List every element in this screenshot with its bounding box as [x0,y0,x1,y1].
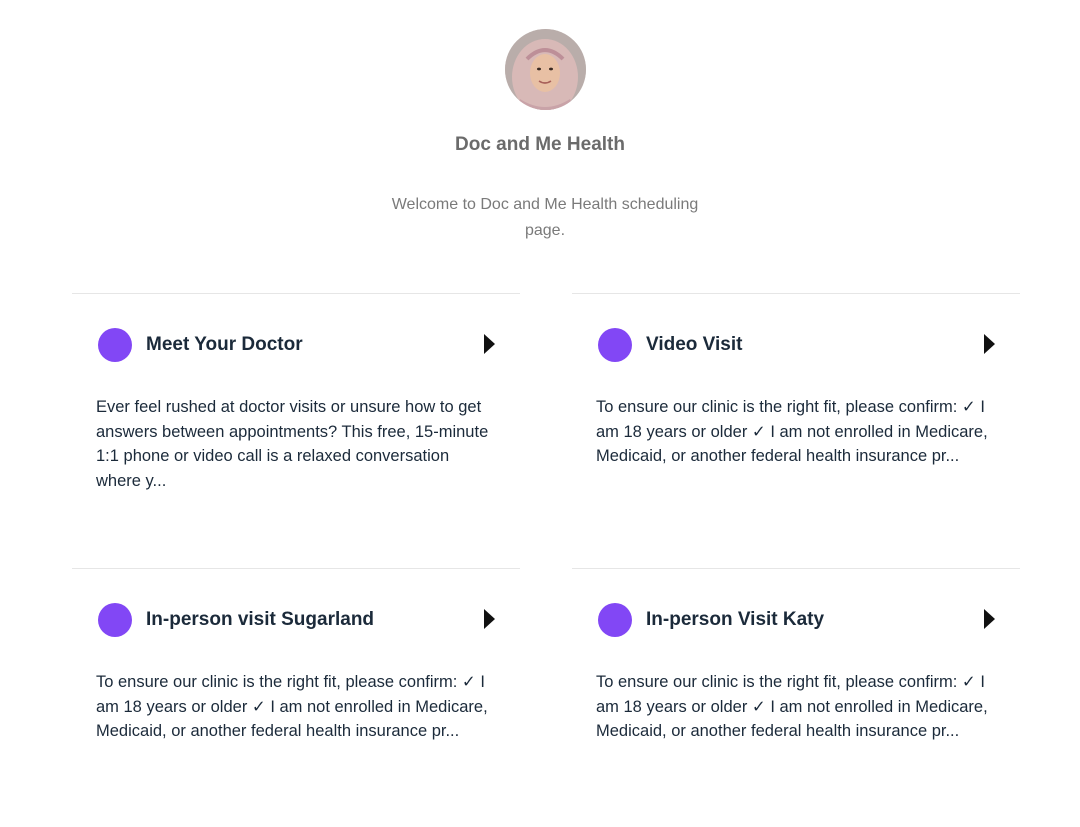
avatar [505,29,586,110]
event-color-dot [98,603,132,637]
event-title: Meet Your Doctor [146,334,303,355]
welcome-message: Welcome to Doc and Me Health scheduling … [391,196,699,239]
scheduling-page: Doc and Me Health Welcome to Doc and Me … [0,0,1080,827]
event-description: To ensure our clinic is the right fit, p… [596,673,988,741]
event-card-in-person-katy[interactable]: In-person Visit Katy To ensure our clini… [572,568,1020,827]
event-color-dot [98,328,132,362]
event-title: In-person Visit Katy [646,609,825,630]
event-description: To ensure our clinic is the right fit, p… [596,398,988,466]
arrow-right-icon[interactable] [984,334,995,354]
event-color-dot [598,603,632,637]
event-card-meet-your-doctor[interactable]: Meet Your Doctor Ever feel rushed at doc… [72,293,520,553]
page-title: Doc and Me Health [455,134,625,155]
avatar-photo [505,29,586,110]
arrow-right-icon[interactable] [484,334,495,354]
event-title: Video Visit [646,334,743,355]
arrow-right-icon[interactable] [984,609,995,629]
event-card-in-person-sugarland[interactable]: In-person visit Sugarland To ensure our … [72,568,520,827]
event-color-dot [598,328,632,362]
event-title: In-person visit Sugarland [146,609,375,630]
event-description: Ever feel rushed at doctor visits or uns… [96,398,489,491]
event-card-video-visit[interactable]: Video Visit To ensure our clinic is the … [572,293,1020,553]
arrow-right-icon[interactable] [484,609,495,629]
event-description: To ensure our clinic is the right fit, p… [96,673,488,741]
